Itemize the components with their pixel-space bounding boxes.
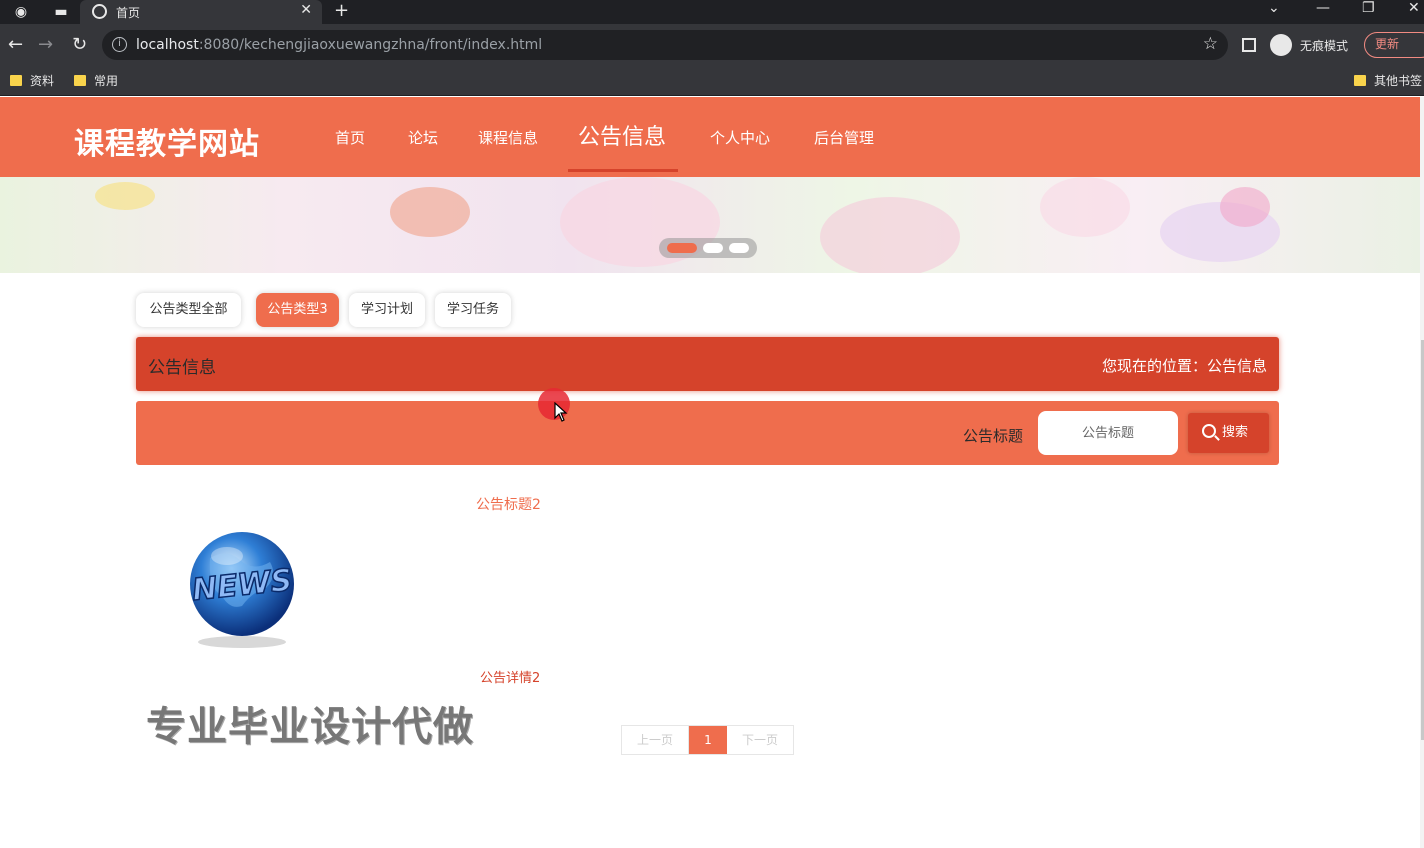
banner-decoration: [390, 187, 470, 237]
mouse-cursor-icon: [554, 402, 568, 422]
close-window-icon[interactable]: ✕: [1408, 0, 1420, 16]
carousel-dot-2[interactable]: [703, 243, 723, 253]
address-url[interactable]: localhost:8080/kechengjiaoxuewangzhna/fr…: [136, 37, 542, 53]
nav-announcements[interactable]: 公告信息: [578, 119, 666, 151]
category-study-task-button[interactable]: 学习任务: [435, 293, 511, 327]
category-study-plan-button[interactable]: 学习计划: [349, 293, 425, 327]
update-button[interactable]: 更新: [1364, 32, 1424, 58]
banner-decoration: [820, 197, 960, 273]
folder-icon: [74, 75, 86, 86]
tab-overview-icon[interactable]: ▬: [52, 3, 70, 21]
forward-arrow-icon[interactable]: →: [38, 34, 53, 56]
carousel-dot-1[interactable]: [667, 243, 697, 253]
incognito-label: 无痕模式: [1300, 39, 1349, 53]
section-header: 公告信息 您现在的位置：公告信息: [136, 337, 1279, 391]
site-info-icon[interactable]: i: [112, 37, 127, 52]
nav-admin[interactable]: 后台管理: [814, 127, 874, 148]
bookmarks-bar: 资料 常用 其他书签: [0, 66, 1424, 96]
banner-decoration: [95, 182, 155, 210]
browser-active-tab[interactable]: 首页 ✕: [80, 0, 322, 24]
bookmark-star-icon[interactable]: ☆: [1203, 34, 1218, 54]
nav-personal-center[interactable]: 个人中心: [710, 127, 770, 148]
back-arrow-icon[interactable]: ←: [8, 34, 23, 56]
bookmark-folder-other[interactable]: 其他书签: [1354, 72, 1422, 89]
nav-course-info[interactable]: 课程信息: [478, 127, 538, 148]
tab-title: 首页: [116, 6, 141, 20]
pagination-current-page[interactable]: 1: [689, 726, 727, 754]
minimize-window-icon[interactable]: —: [1316, 0, 1330, 16]
tab-search-chevron-icon[interactable]: ⌄: [1268, 0, 1280, 16]
nav-active-underline: [568, 169, 678, 172]
tab-favicon-globe-icon: [92, 4, 107, 19]
bookmark-folder-ziliao[interactable]: 资料: [10, 72, 54, 89]
reload-icon[interactable]: ↻: [72, 34, 87, 56]
nav-home[interactable]: 首页: [335, 127, 365, 148]
category-type3-button[interactable]: 公告类型3: [256, 293, 339, 327]
search-input[interactable]: [1038, 411, 1178, 455]
browser-tab-strip: ◉ ▬ 首页 ✕ + ⌄ — ❐ ✕: [0, 0, 1424, 24]
browser-toolbar: ← → ↻ i localhost:8080/kechengjiaoxuewan…: [0, 24, 1424, 66]
carousel-indicators: [659, 238, 757, 258]
banner-decoration: [1220, 187, 1270, 227]
folder-icon: [10, 75, 22, 86]
incognito-icon[interactable]: [1270, 34, 1292, 56]
announcement-title-link[interactable]: 公告标题2: [476, 494, 541, 514]
pagination: 上一页 1 下一页: [621, 725, 794, 755]
carousel-dot-3[interactable]: [729, 243, 749, 253]
new-tab-plus-icon[interactable]: +: [334, 0, 349, 21]
breadcrumb: 您现在的位置：公告信息: [1101, 357, 1267, 375]
tab-close-icon[interactable]: ✕: [300, 2, 312, 18]
section-title: 公告信息: [148, 358, 216, 378]
search-label: 公告标题: [963, 427, 1024, 445]
search-icon: [1202, 424, 1216, 438]
news-globe-image[interactable]: NEWS: [182, 518, 302, 650]
site-header: 课程教学网站 首页 论坛 课程信息 公告信息 个人中心 后台管理: [0, 97, 1424, 177]
folder-icon: [1354, 75, 1366, 86]
banner-carousel[interactable]: [0, 177, 1424, 273]
banner-decoration: [1040, 177, 1130, 237]
site-title[interactable]: 课程教学网站: [74, 119, 260, 163]
side-panel-icon[interactable]: [1242, 38, 1256, 52]
chrome-globe-icon[interactable]: ◉: [12, 3, 30, 21]
bookmark-folder-changyong[interactable]: 常用: [74, 72, 118, 89]
restore-window-icon[interactable]: ❐: [1362, 0, 1375, 16]
nav-forum[interactable]: 论坛: [408, 127, 438, 148]
search-panel: 公告标题 搜索: [136, 401, 1279, 465]
pagination-next[interactable]: 下一页: [727, 726, 793, 754]
address-bar[interactable]: i localhost:8080/kechengjiaoxuewangzhna/…: [102, 30, 1228, 60]
watermark-text: 专业毕业设计代做: [146, 704, 474, 750]
pagination-prev[interactable]: 上一页: [622, 726, 689, 754]
category-all-button[interactable]: 公告类型全部: [136, 293, 241, 327]
search-button[interactable]: 搜索: [1188, 413, 1269, 453]
announcement-detail: 公告详情2: [480, 671, 541, 686]
